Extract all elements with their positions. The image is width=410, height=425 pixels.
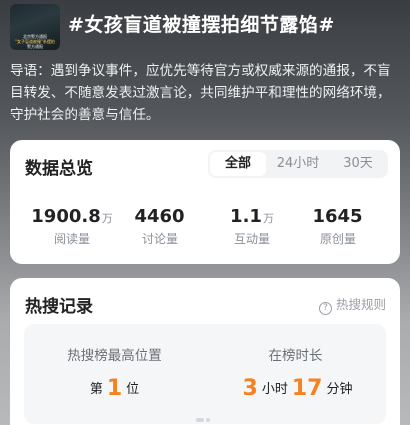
metric-label: 阅读量 [53,232,90,246]
topic-header: 北京警方通报 "女子盲道被撞"系摆拍 警方通报 #女孩盲道被撞摆拍细节露馅# [0,0,410,56]
metric-label: 原创量 [319,232,356,246]
duration-hours-unit: 小时 [261,382,288,397]
duration-label: 在榜时长 [268,348,323,364]
page-indicator-dot [196,418,204,422]
duration-cell: 在榜时长 3 小时 17 分钟 [205,344,386,401]
peak-rank-value: 1 [106,376,123,401]
hot-search-stats-panel: 热搜榜最高位置 第1位 在榜时长 3 小时 17 分钟 [24,324,386,424]
tab-all[interactable]: 全部 [210,152,266,176]
peak-rank-label: 热搜榜最高位置 [67,348,162,364]
metric-discussions: 4460 讨论量 [114,206,206,247]
stats-overview-card: 数据总览 全部 24小时 30天 1900.8万 阅读量 4460 讨论量 1.… [10,140,400,264]
metric-interactions: 1.1万 互动量 [206,206,298,247]
metric-value: 1645 [312,206,363,227]
metric-value: 1900.8 [31,206,101,227]
metric-unit: 万 [262,212,274,225]
topic-intro: 导语：遇到争议事件，应优先等待官方或权威来源的通报，不盲目转发、不随意发表过激言… [10,63,391,123]
hot-search-rules-link[interactable]: ? 热搜规则 [318,294,386,315]
topic-thumbnail[interactable]: 北京警方通报 "女子盲道被撞"系摆拍 警方通报 [10,4,60,50]
metric-value: 1.1 [230,206,262,227]
question-circle-icon: ? [318,302,332,315]
topic-title: #女孩盲道被撞摆拍细节露馅# [68,14,335,36]
peak-rank-prefix: 第 [89,382,103,397]
page-indicator-dot [206,418,210,422]
peak-rank-cell: 热搜榜最高位置 第1位 [24,344,205,401]
metric-label: 互动量 [233,232,270,246]
metric-value: 4460 [134,206,185,227]
thumbnail-caption-line: 警方通报 [27,44,43,49]
tab-30d[interactable]: 30天 [330,152,386,176]
page-indicator [196,418,214,422]
metric-reads: 1900.8万 阅读量 [26,206,118,247]
metric-label: 讨论量 [141,232,178,246]
time-range-tabs: 全部 24小时 30天 [208,150,388,178]
duration-hours: 3 [242,376,258,401]
peak-rank-suffix: 位 [126,382,140,397]
hot-card-title: 热搜记录 [25,297,93,317]
hot-search-record-card: 热搜记录 ? 热搜规则 热搜榜最高位置 第1位 在榜时长 3 小时 17 分钟 [10,278,400,425]
stats-card-title: 数据总览 [25,159,93,179]
duration-minutes: 17 [291,376,323,401]
rules-label: 热搜规则 [335,297,386,312]
duration-minutes-unit: 分钟 [326,382,353,397]
metric-unit: 万 [101,212,113,225]
tab-24h[interactable]: 24小时 [270,152,326,176]
metric-originals: 1645 原创量 [292,206,384,247]
